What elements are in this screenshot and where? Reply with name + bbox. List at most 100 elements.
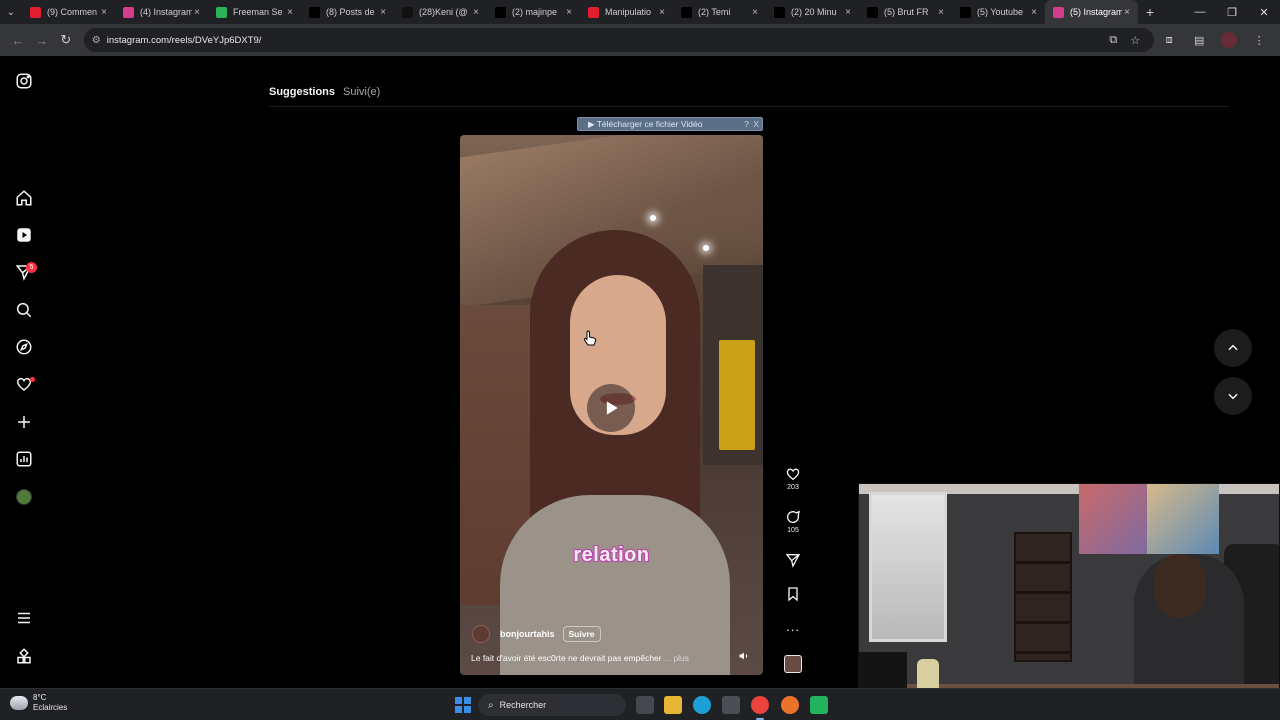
browser-tab-title[interactable]: (4) Instagram <box>140 7 192 17</box>
tab-groups-icon[interactable]: ▤ <box>1184 34 1214 47</box>
new-tab-button[interactable]: + <box>1138 4 1162 20</box>
share-action[interactable] <box>780 552 806 568</box>
browser-tab-title[interactable]: Manipulatio <box>605 7 657 17</box>
meta-apps-icon[interactable] <box>14 646 34 666</box>
download-video-label[interactable]: ▶ Télécharger ce fichier Vidéo <box>588 119 702 130</box>
close-tab-icon[interactable]: × <box>936 7 946 18</box>
browser-tab-title[interactable]: Freeman Se <box>233 7 285 17</box>
download-video-banner[interactable]: ▶ Télécharger ce fichier Vidéo ? X <box>577 117 763 131</box>
minimize-button[interactable]: — <box>1184 6 1216 19</box>
author-avatar[interactable] <box>472 625 490 643</box>
instagram-logo-icon[interactable] <box>14 71 34 91</box>
browser-tab[interactable]: Manipulatio × <box>580 0 673 24</box>
like-action[interactable]: 203 <box>780 466 806 491</box>
site-info-icon[interactable]: ⚙ <box>92 35 101 46</box>
more-menu-icon[interactable] <box>14 608 34 628</box>
install-app-icon[interactable]: ⧉ <box>1102 34 1124 47</box>
task-view-icon[interactable] <box>636 696 654 714</box>
browser-tab-title[interactable]: (5) Youtube <box>977 7 1029 17</box>
store-icon[interactable] <box>722 696 740 714</box>
close-tab-icon[interactable]: × <box>657 7 667 18</box>
taskbar-search-label[interactable]: Rechercher <box>500 700 547 710</box>
browser-tab-title[interactable]: (8) Posts de <box>326 7 378 17</box>
create-plus-icon[interactable] <box>14 412 34 432</box>
close-tab-icon[interactable]: × <box>564 7 574 18</box>
save-action[interactable] <box>780 586 806 602</box>
browser-tab[interactable]: (5) Brut FR × <box>859 0 952 24</box>
weather-widget[interactable]: 8°C Eclaircies <box>10 693 67 713</box>
sound-icon[interactable] <box>738 650 750 662</box>
back-button[interactable]: ← <box>6 33 30 48</box>
browser-tab[interactable]: (2) 20 Minu × <box>766 0 859 24</box>
close-tab-icon[interactable]: × <box>750 7 760 18</box>
comment-icon[interactable] <box>785 509 801 525</box>
close-tab-icon[interactable]: × <box>285 7 295 18</box>
more-link[interactable]: ... plus <box>664 653 689 663</box>
reel-video-player[interactable]: relation bonjourtahis Suivre Le fait d'a… <box>460 135 763 675</box>
close-tab-icon[interactable]: × <box>192 7 202 18</box>
taskbar-search[interactable]: ⌕ Rechercher <box>478 694 626 716</box>
previous-reel-button[interactable] <box>1214 329 1252 367</box>
reload-button[interactable]: ↻ <box>54 32 78 48</box>
dashboard-icon[interactable] <box>14 449 34 469</box>
close-tab-icon[interactable]: × <box>471 7 481 18</box>
edge-browser-icon[interactable] <box>693 696 711 714</box>
firefox-browser-icon[interactable] <box>781 696 799 714</box>
bookmark-icon[interactable] <box>785 586 801 602</box>
close-tab-icon[interactable]: × <box>378 7 388 18</box>
forward-button[interactable]: → <box>30 33 54 48</box>
browser-tab-title[interactable]: (9) Commen <box>47 7 99 17</box>
browser-tab[interactable]: (5) Instagram × <box>1045 0 1138 24</box>
browser-tab-title[interactable]: (28)Keni (@ <box>419 7 471 17</box>
url-text[interactable]: instagram.com/reels/DVeYJp6DXT9/ <box>107 35 1103 46</box>
browser-menu-icon[interactable]: ⋮ <box>1244 34 1274 47</box>
browser-tab-title[interactable]: (5) Instagram <box>1070 7 1122 17</box>
browser-tab[interactable]: (5) Youtube × <box>952 0 1045 24</box>
file-explorer-icon[interactable] <box>664 696 682 714</box>
tab-search-button[interactable]: ⌄ <box>0 0 22 24</box>
green-app-icon[interactable] <box>810 696 828 714</box>
close-tab-icon[interactable]: × <box>843 7 853 18</box>
play-button[interactable] <box>587 384 635 432</box>
browser-tab[interactable]: Freeman Se × <box>208 0 301 24</box>
close-tab-icon[interactable]: × <box>1029 7 1039 18</box>
comment-action[interactable]: 105 <box>780 509 806 534</box>
restore-button[interactable]: ❐ <box>1216 6 1248 19</box>
chrome-browser-icon[interactable] <box>751 696 769 720</box>
tab-following[interactable]: Suivi(e) <box>343 86 380 98</box>
browser-tab[interactable]: (4) Instagram × <box>115 0 208 24</box>
next-reel-button[interactable] <box>1214 377 1252 415</box>
profile-avatar[interactable] <box>16 489 32 505</box>
windows-start-button[interactable] <box>455 697 471 713</box>
heart-icon[interactable] <box>785 466 801 482</box>
browser-tab-title[interactable]: (2) Temi <box>698 7 750 17</box>
audio-thumbnail-image[interactable] <box>784 655 802 673</box>
reels-icon[interactable] <box>14 225 34 245</box>
more-options-icon[interactable]: ... <box>786 619 800 634</box>
author-username[interactable]: bonjourtahis <box>500 629 555 639</box>
search-icon[interactable] <box>14 300 34 320</box>
close-tab-icon[interactable]: × <box>99 7 109 18</box>
home-icon[interactable] <box>14 188 34 208</box>
close-window-button[interactable]: ✕ <box>1248 6 1280 19</box>
browser-tab[interactable]: (9) Commen × <box>22 0 115 24</box>
address-bar[interactable]: ⚙ instagram.com/reels/DVeYJp6DXT9/ ⧉ ☆ <box>83 28 1155 52</box>
browser-tab[interactable]: (8) Posts de × <box>301 0 394 24</box>
browser-tab-title[interactable]: (5) Brut FR <box>884 7 936 17</box>
follow-button[interactable]: Suivre <box>562 626 601 642</box>
browser-tab-title[interactable]: (2) 20 Minu <box>791 7 843 17</box>
extensions-icon[interactable]: ⧈ <box>1154 34 1184 47</box>
download-close-button[interactable]: X <box>753 119 759 129</box>
browser-tab-title[interactable]: (2) majinpe <box>512 7 564 17</box>
browser-tab[interactable]: (28)Keni (@ × <box>394 0 487 24</box>
share-send-icon[interactable] <box>785 552 801 568</box>
tab-suggestions[interactable]: Suggestions <box>269 86 335 98</box>
audio-thumbnail[interactable] <box>780 655 806 673</box>
more-options-action[interactable]: ... <box>780 618 806 636</box>
profile-avatar[interactable] <box>1221 32 1238 48</box>
close-tab-icon[interactable]: × <box>1122 7 1132 18</box>
browser-tab[interactable]: (2) Temi × <box>673 0 766 24</box>
bookmark-star-icon[interactable]: ☆ <box>1124 34 1146 47</box>
explore-compass-icon[interactable] <box>14 337 34 357</box>
download-help-button[interactable]: ? <box>744 119 749 129</box>
